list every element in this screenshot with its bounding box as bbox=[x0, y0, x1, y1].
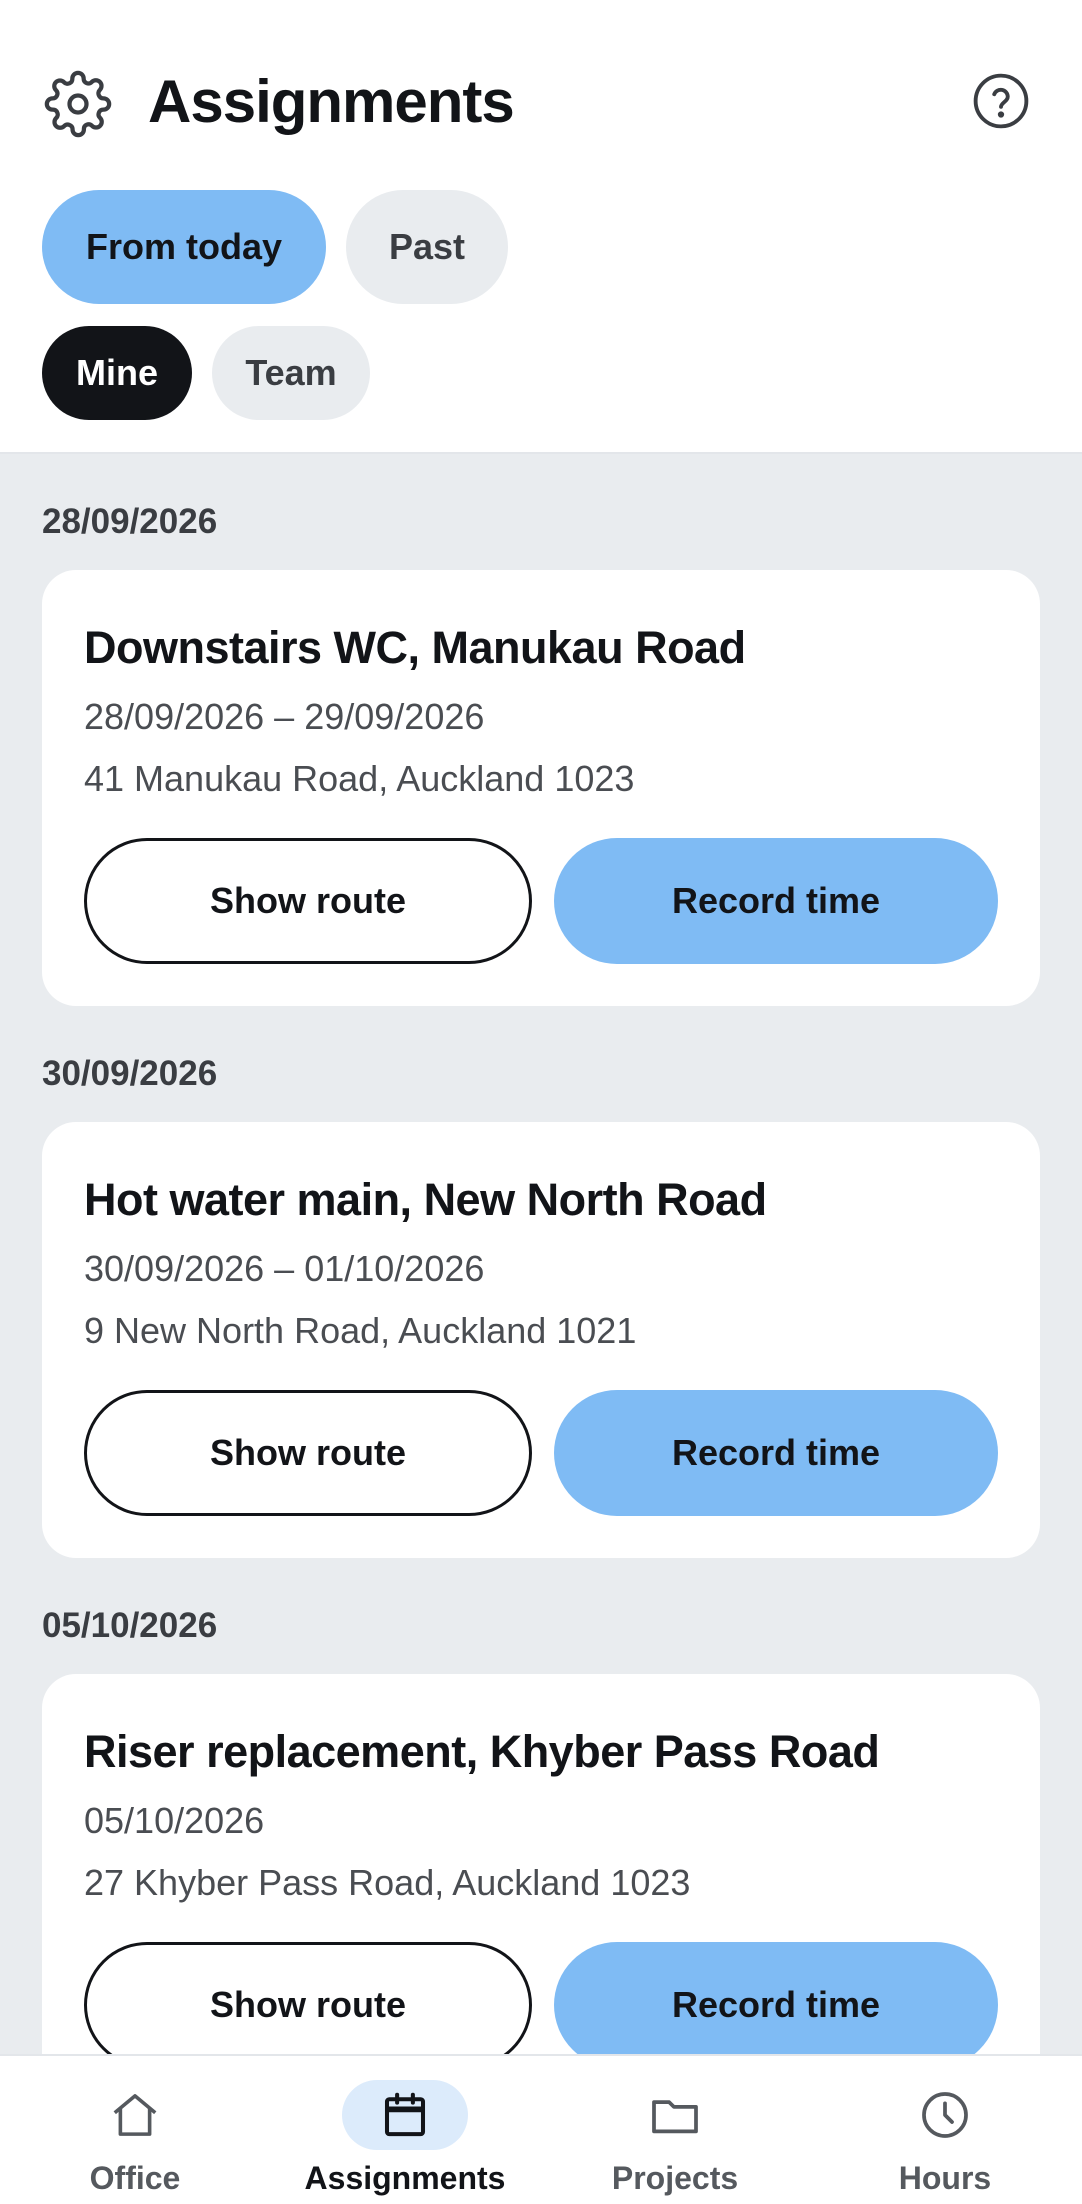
nav-item-assignments[interactable]: Assignments bbox=[270, 2068, 540, 2198]
nav-label: Hours bbox=[898, 2160, 992, 2196]
record-time-button[interactable]: Record time bbox=[554, 838, 998, 964]
assignment-card: Hot water main, New North Road 30/09/202… bbox=[42, 1122, 1040, 1558]
show-route-button[interactable]: Show route bbox=[84, 1942, 532, 2054]
filter-team[interactable]: Team bbox=[212, 326, 370, 420]
assignment-address: 27 Khyber Pass Road, Auckland 1023 bbox=[84, 1862, 691, 1903]
question-circle-icon[interactable] bbox=[972, 72, 1030, 130]
nav-item-hours[interactable]: Hours bbox=[810, 2068, 1080, 2198]
nav-label: Office bbox=[89, 2160, 181, 2196]
page-title: Assignments bbox=[148, 68, 515, 135]
folder-icon bbox=[652, 2100, 698, 2134]
assignment-title: Downstairs WC, Manukau Road bbox=[84, 622, 746, 673]
date-heading: 30/09/2026 bbox=[42, 1054, 218, 1093]
assignment-address: 9 New North Road, Auckland 1021 bbox=[84, 1310, 637, 1351]
gear-icon[interactable] bbox=[44, 70, 112, 138]
filter-past[interactable]: Past bbox=[346, 190, 508, 304]
filter-from-today[interactable]: From today bbox=[42, 190, 326, 304]
assignment-title: Hot water main, New North Road bbox=[84, 1174, 767, 1225]
home-icon bbox=[113, 2094, 157, 2136]
assignment-dates: 05/10/2026 bbox=[84, 1800, 265, 1841]
date-heading: 05/10/2026 bbox=[42, 1606, 218, 1645]
date-heading: 28/09/2026 bbox=[42, 502, 218, 541]
assignment-dates: 28/09/2026 – 29/09/2026 bbox=[84, 696, 485, 737]
record-time-button[interactable]: Record time bbox=[554, 1390, 998, 1516]
show-route-button[interactable]: Show route bbox=[84, 838, 532, 964]
record-time-button[interactable]: Record time bbox=[554, 1942, 998, 2054]
filter-mine[interactable]: Mine bbox=[42, 326, 192, 420]
clock-icon bbox=[922, 2092, 968, 2138]
assignment-dates: 30/09/2026 – 01/10/2026 bbox=[84, 1248, 485, 1289]
bottom-navigation: Office Assignments Projects Hours bbox=[0, 2054, 1082, 2204]
nav-item-projects[interactable]: Projects bbox=[540, 2068, 810, 2198]
assignment-address: 41 Manukau Road, Auckland 1023 bbox=[84, 758, 635, 799]
assignment-card: Downstairs WC, Manukau Road 28/09/2026 –… bbox=[42, 570, 1040, 1006]
app-header: Assignments From today Past Mine Team bbox=[0, 0, 1082, 454]
show-route-button[interactable]: Show route bbox=[84, 1390, 532, 1516]
calendar-icon bbox=[384, 2092, 426, 2137]
assignment-card: Riser replacement, Khyber Pass Road 05/1… bbox=[42, 1674, 1040, 2054]
assignment-title: Riser replacement, Khyber Pass Road bbox=[84, 1726, 880, 1777]
nav-label: Projects bbox=[611, 2160, 739, 2196]
assignment-list[interactable]: 28/09/2026 Downstairs WC, Manukau Road 2… bbox=[0, 454, 1082, 2054]
nav-item-office[interactable]: Office bbox=[0, 2068, 270, 2198]
nav-label: Assignments bbox=[304, 2160, 506, 2196]
